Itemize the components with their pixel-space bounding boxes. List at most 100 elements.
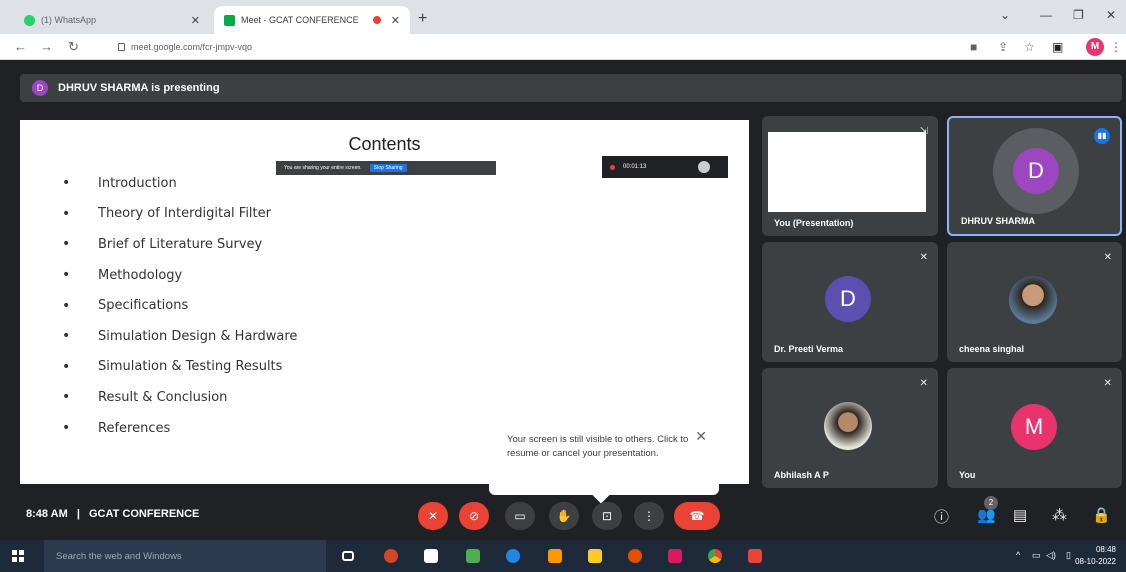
close-tab-icon[interactable]: ✕ <box>391 14 400 27</box>
stop-sharing-button[interactable]: Stop Sharing <box>369 164 407 172</box>
activities-icon[interactable]: ⁂ <box>1052 506 1067 524</box>
menu-dots-icon[interactable]: ⋮ <box>1110 40 1122 54</box>
windows-start-icon[interactable] <box>12 550 24 562</box>
presentation-paused-popup[interactable]: Your screen is still visible to others. … <box>489 421 719 504</box>
list-item: • References <box>62 420 171 437</box>
app-icon[interactable] <box>668 549 682 563</box>
reload-icon[interactable]: ↻ <box>68 39 79 55</box>
pin-icon[interactable]: ⇲ <box>920 126 928 137</box>
list-item: • Introduction <box>62 175 177 192</box>
screen-share-notice-bar: You are sharing your entire screen. Stop… <box>276 161 496 175</box>
participant-name: You (Presentation) <box>774 218 854 228</box>
participant-photo <box>1009 276 1057 324</box>
host-controls-icon[interactable]: 🔒 <box>1092 506 1111 524</box>
recording-timer: 00:01:13 <box>623 164 647 170</box>
tab-search-icon[interactable]: ⌄ <box>1000 8 1010 22</box>
participant-name: Dr. Preeti Verma <box>774 344 844 354</box>
tab-whatsapp[interactable]: (1) WhatsApp ✕ <box>14 6 210 34</box>
presenter-avatar: D <box>32 80 48 96</box>
participant-name: DHRUV SHARMA <box>961 216 1035 226</box>
participant-name: You <box>959 470 976 480</box>
whatsapp-icon <box>24 14 35 26</box>
url-field[interactable]: meet.google.com/fcr-jmpv-vqo <box>118 37 938 57</box>
present-icon: ⊡ <box>601 509 613 523</box>
profile-avatar[interactable]: M <box>1086 38 1104 56</box>
people-icon[interactable]: 👥 <box>977 506 996 524</box>
leave-call-button[interactable]: ☎ <box>674 502 720 530</box>
taskbar-clock[interactable]: 08:48 08-10-2022 <box>1075 544 1116 568</box>
camera-toggle-button[interactable]: ⊘ <box>459 502 489 530</box>
tile-you[interactable]: M ✕ You <box>947 368 1122 488</box>
list-item: • Simulation Design & Hardware <box>62 328 298 345</box>
store-icon[interactable] <box>424 549 438 563</box>
camera-preview <box>698 161 710 173</box>
meeting-time: 8:48 AM <box>26 508 68 520</box>
back-icon[interactable]: ← <box>14 39 27 54</box>
tab-title: (1) WhatsApp <box>41 15 97 25</box>
url-text: meet.google.com/fcr-jmpv-vqo <box>131 42 253 52</box>
presenting-text: DHRUV SHARMA is presenting <box>58 82 220 94</box>
more-options-button[interactable]: ⋮ <box>634 502 664 530</box>
tile-dhruv-sharma[interactable]: D ▮▮ DHRUV SHARMA <box>947 116 1122 236</box>
list-item: • Specifications <box>62 297 189 314</box>
info-icon[interactable]: ⓘ <box>934 506 949 527</box>
tray-expand-icon[interactable]: ^ <box>1016 550 1020 560</box>
more-vert-icon: ⋮ <box>643 509 655 523</box>
slide-title: Contents <box>348 134 421 154</box>
separator: | <box>76 508 80 520</box>
popup-arrow <box>592 486 610 504</box>
share-icon[interactable]: ⇪ <box>998 40 1008 54</box>
notifications-icon[interactable]: ▯ <box>1066 550 1071 561</box>
chrome-active-icon[interactable] <box>748 549 762 563</box>
app-icon[interactable] <box>548 549 562 563</box>
tile-preeti-verma[interactable]: D ✕ Dr. Preeti Verma <box>762 242 938 362</box>
captions-button[interactable]: ▭ <box>505 502 535 530</box>
list-item: • Brief of Literature Survey <box>62 236 263 253</box>
tab-meet[interactable]: Meet - GCAT CONFERENCE ✕ <box>214 6 410 34</box>
tile-self-presentation[interactable]: ⇲ You (Presentation) <box>762 116 938 236</box>
avatar: D <box>1013 148 1059 194</box>
captions-icon: ▭ <box>514 509 526 523</box>
list-item: • Theory of Interdigital Filter <box>62 205 271 222</box>
sidebar-icon[interactable]: ▣ <box>1052 40 1063 54</box>
restore-icon[interactable]: ❐ <box>1073 8 1084 22</box>
raise-hand-button[interactable]: ✋ <box>549 502 579 530</box>
list-item: • Methodology <box>62 267 183 284</box>
minimize-icon[interactable]: — <box>1040 8 1052 22</box>
recording-dot-icon <box>610 164 615 170</box>
bookmark-star-icon[interactable]: ☆ <box>1024 40 1035 54</box>
forward-icon[interactable]: → <box>40 39 53 54</box>
volume-icon[interactable]: ◁) <box>1046 550 1056 561</box>
meet-window: D DHRUV SHARMA is presenting Contents • I… <box>0 60 1126 540</box>
tile-cheena-singhal[interactable]: ✕ cheena singhal <box>947 242 1122 362</box>
camera-in-use-icon[interactable]: ■ <box>970 40 977 54</box>
mic-toggle-button[interactable]: ✕ <box>418 502 448 530</box>
tile-abhilash-ap[interactable]: ✕ Abhilash A P <box>762 368 938 488</box>
powerpoint-icon[interactable] <box>384 549 398 563</box>
app-icon[interactable] <box>466 549 480 563</box>
edge-icon[interactable] <box>506 549 520 563</box>
new-tab-button[interactable]: + <box>418 10 427 28</box>
app-icon[interactable] <box>628 549 642 563</box>
close-tab-icon[interactable]: ✕ <box>191 14 200 27</box>
hand-icon: ✋ <box>556 509 572 523</box>
mic-off-icon: ✕ <box>1103 378 1112 389</box>
browser-tab-bar: (1) WhatsApp ✕ Meet - GCAT CONFERENCE ✕ … <box>0 0 1126 34</box>
task-view-icon[interactable] <box>342 551 354 561</box>
close-window-icon[interactable]: ✕ <box>1106 8 1116 22</box>
slide-bullet-list: • Introduction • Theory of Interdigital Fi… <box>62 168 297 443</box>
chat-icon[interactable]: ▤ <box>1013 506 1027 524</box>
battery-icon[interactable]: ▭ <box>1032 550 1041 561</box>
present-button[interactable]: ⊡ <box>592 502 622 530</box>
clock-date: 08-10-2022 <box>1075 557 1116 566</box>
recording-widget: 00:01:13 <box>602 156 728 178</box>
share-notice-text: You are sharing your entire screen. <box>284 165 362 171</box>
search-placeholder: Search the web and Windows <box>56 550 182 562</box>
taskbar-search-input[interactable]: Search the web and Windows <box>44 540 326 572</box>
recording-dot-icon <box>372 16 381 24</box>
chrome-icon[interactable] <box>708 549 722 563</box>
mic-off-icon: ✕ <box>919 378 928 389</box>
file-explorer-icon[interactable] <box>588 549 602 563</box>
close-icon[interactable]: ✕ <box>695 429 707 443</box>
avatar: M <box>1011 404 1057 450</box>
